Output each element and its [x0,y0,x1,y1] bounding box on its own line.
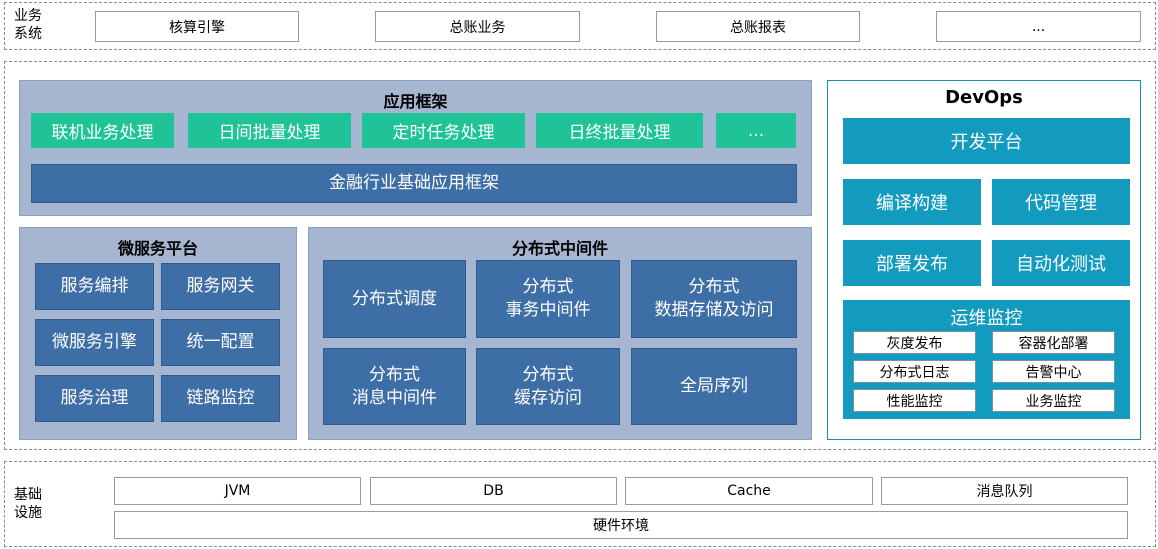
business-item-accounting-engine: 核算引擎 [95,11,299,42]
mode-end-of-day-batch: 日终批量处理 [536,113,703,148]
infra-label-line1: 基础 [14,487,42,503]
mw-global-sequence: 全局序列 [631,348,797,425]
ops-grayscale-release: 灰度发布 [853,331,976,354]
mw-item-line2: 缓存访问 [514,387,582,408]
devops-build: 编译构建 [843,179,981,225]
mw-item-line1: 分布式调度 [352,288,437,309]
ms-unified-config: 统一配置 [161,319,280,366]
infra-label-line2: 设施 [14,505,42,521]
business-tier-label: 业务 系统 [14,7,42,43]
ms-item-label: 链路监控 [186,388,255,408]
mw-message-middleware: 分布式 消息中间件 [323,348,466,425]
ops-performance-monitoring: 性能监控 [853,389,976,412]
mode-more: ... [716,113,796,148]
infra-cache: Cache [625,477,873,505]
ms-item-label: 统一配置 [186,332,255,352]
ops-business-monitoring: 业务监控 [992,389,1115,412]
devops-dev-platform: 开发平台 [843,118,1130,164]
ms-item-label: 服务网关 [186,276,255,296]
business-item-more: ... [936,11,1141,42]
mw-item-line1: 全局序列 [680,376,748,396]
devops-title: DevOps [945,87,1023,108]
infra-message-queue: 消息队列 [881,477,1128,505]
business-item-ledger-report: 总账报表 [656,11,860,42]
financial-base-framework-label: 金融行业基础应用框架 [329,173,499,193]
ms-microservice-engine: 微服务引擎 [35,319,154,366]
mw-item-line1: 分布式 [522,277,574,297]
mw-item-line1: 分布式 [522,364,574,385]
ms-item-label: 服务编排 [60,276,129,296]
mw-distributed-scheduling: 分布式调度 [323,260,466,338]
ms-service-gateway: 服务网关 [161,263,280,310]
ms-item-label: 微服务引擎 [52,332,137,352]
middleware-title: 分布式中间件 [511,239,608,258]
business-label-line2: 系统 [14,26,42,42]
ops-distributed-log: 分布式日志 [853,360,976,383]
mw-data-storage-access: 分布式 数据存储及访问 [631,260,797,338]
ms-item-label: 服务治理 [60,388,129,408]
ops-container-deploy: 容器化部署 [992,331,1115,354]
business-label-line1: 业务 [14,8,42,24]
mw-item-line2: 事务中间件 [505,300,591,320]
mode-online-processing: 联机业务处理 [31,113,174,148]
infra-tier-label: 基础 设施 [14,486,42,522]
ms-trace-monitoring: 链路监控 [161,375,280,422]
financial-base-framework: 金融行业基础应用框架 [31,164,797,203]
ops-monitoring-title: 运维监控 [950,308,1023,329]
ms-service-orchestration: 服务编排 [35,263,154,310]
mode-daytime-batch: 日间批量处理 [188,113,351,148]
microservice-title: 微服务平台 [117,239,198,258]
infra-hardware: 硬件环境 [114,511,1128,539]
ops-alert-center: 告警中心 [992,360,1115,383]
mode-scheduled-task: 定时任务处理 [362,113,525,148]
ms-service-governance: 服务治理 [35,375,154,422]
devops-code-management: 代码管理 [992,179,1130,225]
mw-item-line2: 数据存储及访问 [654,300,774,320]
devops-deploy-release: 部署发布 [843,240,981,286]
infra-db: DB [370,477,617,505]
business-item-general-ledger: 总账业务 [375,11,580,42]
mw-item-line2: 消息中间件 [352,387,437,408]
mw-cache-access: 分布式 缓存访问 [476,348,620,425]
devops-automated-testing: 自动化测试 [992,240,1130,286]
mw-item-line1: 分布式 [688,277,740,297]
mw-transaction-middleware: 分布式 事务中间件 [476,260,620,338]
app-framework-title: 应用框架 [383,92,448,111]
mw-item-line1: 分布式 [369,364,420,385]
infra-jvm: JVM [114,477,361,505]
